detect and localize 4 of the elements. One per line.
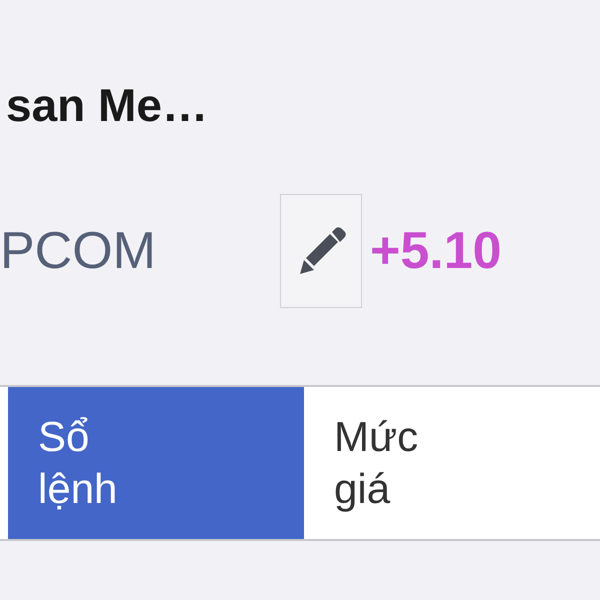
tab[interactable]: Sổ lệnh [8,387,304,539]
exchange-label: PCOM [0,221,157,281]
price-change: +5.10 [370,221,502,281]
stock-title: san Me… [5,78,209,133]
